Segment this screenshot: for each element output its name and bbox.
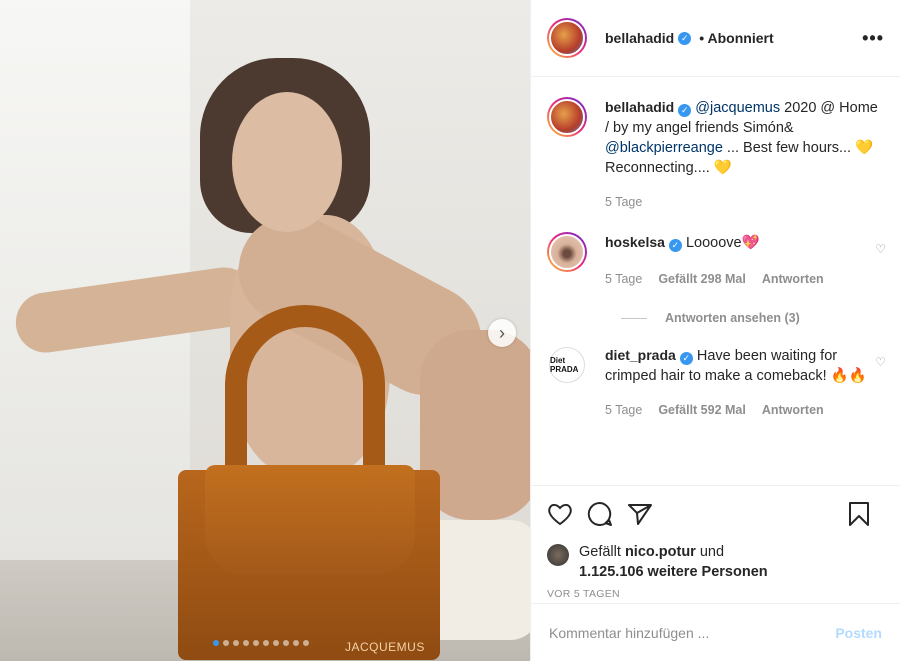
verified-icon: ✓ (668, 238, 682, 252)
carousel-dot (223, 640, 229, 646)
comment-username[interactable]: hoskelsa (605, 234, 665, 250)
comment-time[interactable]: 5 Tage (605, 269, 642, 289)
like-heart-icon[interactable] (547, 502, 573, 526)
likes-mid: und (695, 544, 725, 560)
likes-count[interactable]: 1.125.106 weitere Personen (579, 564, 768, 580)
instagram-post: JACQUEMUS › bellahadid ✓ • Abonniert •••… (0, 0, 900, 661)
verified-icon: ✓ (679, 351, 693, 365)
comment-meta: 5 Tage Gefällt 592 Mal Antworten (605, 400, 884, 420)
likes-prefix: Gefällt (579, 544, 625, 560)
comment-time[interactable]: 5 Tage (605, 400, 642, 420)
comment-bubble-icon[interactable] (587, 501, 613, 527)
post-photo[interactable]: JACQUEMUS › (0, 0, 530, 661)
comment-text: Loooove💖 (685, 235, 760, 251)
caption-mention[interactable]: @blackpierreange (605, 140, 723, 156)
comment-meta: 5 Tage Gefällt 298 Mal Antworten (605, 269, 884, 289)
verified-icon: ✓ (678, 103, 692, 117)
avatar-image (549, 234, 585, 270)
likes-text: Gefällt nico.potur und 1.125.106 weitere… (579, 542, 768, 582)
carousel-dot (233, 640, 239, 646)
liker-username[interactable]: nico.potur (625, 544, 696, 560)
caption: bellahadid ✓ @jacquemus 2020 @ Home / by … (547, 97, 884, 212)
comment-username[interactable]: diet_prada (605, 347, 676, 363)
comment-item: hoskelsa ✓ Loooove💖 5 Tage Gefällt 298 Ma… (547, 232, 886, 289)
carousel-dot (243, 640, 249, 646)
replies-divider (621, 317, 647, 319)
carousel-dot (253, 640, 259, 646)
bag-flap (205, 465, 415, 575)
carousel-dot (283, 640, 289, 646)
caption-mention[interactable]: @jacquemus (695, 100, 780, 116)
comment-body: diet_prada ✓ Have been waiting for crimpe… (605, 345, 884, 420)
bag-brand-text: JACQUEMUS (345, 640, 425, 654)
more-options-icon[interactable]: ••• (862, 28, 884, 49)
follow-status[interactable]: • Abonniert (699, 30, 773, 46)
carousel-dot (273, 640, 279, 646)
bookmark-icon[interactable] (848, 501, 870, 527)
avatar[interactable] (547, 232, 587, 272)
comment-item: Diet PRADA diet_prada ✓ Have been waiting… (547, 345, 886, 420)
header-user: bellahadid ✓ • Abonniert (605, 30, 774, 46)
chevron-right-icon: › (499, 322, 505, 343)
caption-meta: 5 Tage (605, 192, 884, 212)
carousel-indicator (213, 640, 309, 646)
post-side-panel: bellahadid ✓ • Abonniert ••• bellahadid ✓… (530, 0, 900, 661)
post-actions: Gefällt nico.potur und 1.125.106 weitere… (531, 485, 900, 603)
carousel-next-button[interactable]: › (488, 319, 516, 347)
carousel-dot (303, 640, 309, 646)
caption-body: bellahadid ✓ @jacquemus 2020 @ Home / by … (605, 97, 884, 212)
photo-face (232, 92, 342, 232)
avatar-image (549, 20, 585, 56)
liker-avatar[interactable] (547, 544, 569, 566)
header-username[interactable]: bellahadid (605, 30, 674, 46)
heart-outline-icon[interactable]: ♡ (875, 355, 886, 369)
share-send-icon[interactable] (627, 502, 653, 526)
bullet-separator: • (699, 30, 705, 46)
heart-outline-icon[interactable]: ♡ (875, 242, 886, 256)
avatar-image (549, 99, 585, 135)
view-replies-button[interactable]: Antworten ansehen (3) (621, 311, 884, 325)
follow-status-label: Abonniert (707, 30, 774, 46)
comment-likes[interactable]: Gefällt 298 Mal (658, 269, 746, 289)
add-comment-bar: Posten (531, 603, 900, 661)
reply-button[interactable]: Antworten (762, 269, 824, 289)
comment-input[interactable] (549, 624, 836, 641)
avatar-image: Diet PRADA (549, 347, 585, 383)
comment-likes[interactable]: Gefällt 592 Mal (658, 400, 746, 420)
avatar[interactable] (547, 18, 587, 58)
caption-time[interactable]: 5 Tage (605, 192, 642, 212)
avatar[interactable]: Diet PRADA (547, 345, 587, 385)
post-comment-button[interactable]: Posten (835, 625, 882, 641)
avatar[interactable] (547, 97, 587, 137)
comments-list[interactable]: bellahadid ✓ @jacquemus 2020 @ Home / by … (531, 77, 900, 485)
view-replies-label: Antworten ansehen (3) (665, 311, 800, 325)
post-header: bellahadid ✓ • Abonniert ••• (531, 0, 900, 77)
carousel-dot (263, 640, 269, 646)
action-icons (547, 500, 884, 528)
comment-body: hoskelsa ✓ Loooove💖 5 Tage Gefällt 298 Ma… (605, 232, 884, 289)
reply-button[interactable]: Antworten (762, 400, 824, 420)
verified-icon: ✓ (678, 31, 692, 45)
caption-username[interactable]: bellahadid (605, 99, 674, 115)
carousel-dot (213, 640, 219, 646)
likes-summary: Gefällt nico.potur und 1.125.106 weitere… (547, 542, 884, 582)
post-age[interactable]: VOR 5 TAGEN (547, 588, 884, 600)
carousel-dot (293, 640, 299, 646)
